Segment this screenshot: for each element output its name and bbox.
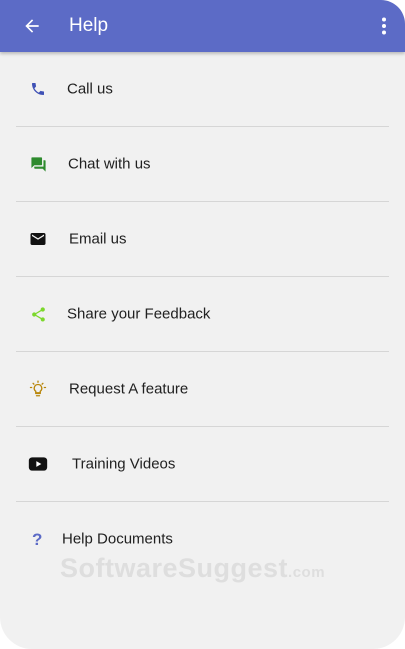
help-icon: ? <box>28 529 48 549</box>
watermark-text: SoftwareSuggest <box>60 553 289 583</box>
list-item-email-us[interactable]: Email us <box>16 202 389 277</box>
item-label: Training Videos <box>72 455 176 473</box>
share-icon <box>28 304 48 324</box>
item-label: Call us <box>67 80 113 98</box>
app-bar: Help <box>0 0 405 52</box>
watermark-suffix: .com <box>288 564 326 581</box>
help-options-list: Call us Chat with us Email us Share your… <box>0 52 405 576</box>
phone-icon <box>28 79 48 99</box>
phone-screen: Help Call us Chat with us Email us Share… <box>0 0 405 649</box>
list-item-share-feedback[interactable]: Share your Feedback <box>16 277 389 352</box>
svg-text:?: ? <box>32 530 42 548</box>
arrow-back-icon <box>25 19 39 33</box>
item-label: Help Documents <box>62 530 173 548</box>
list-item-chat-with-us[interactable]: Chat with us <box>16 127 389 202</box>
item-label: Email us <box>69 230 127 248</box>
more-vertical-icon <box>382 17 386 35</box>
item-label: Chat with us <box>68 155 151 173</box>
item-label: Request A feature <box>69 380 189 398</box>
item-label: Share your Feedback <box>67 305 211 323</box>
page-title: Help <box>69 15 109 36</box>
list-item-request-feature[interactable]: Request A feature <box>16 352 389 427</box>
back-button[interactable] <box>16 10 48 42</box>
watermark: SoftwareSuggest.com <box>60 553 325 584</box>
list-item-call-us[interactable]: Call us <box>16 52 389 127</box>
more-options-button[interactable] <box>373 12 395 40</box>
lightbulb-icon <box>28 379 48 399</box>
youtube-icon <box>28 454 48 474</box>
list-item-training-videos[interactable]: Training Videos <box>16 427 389 502</box>
chat-icon <box>28 154 48 174</box>
mail-icon <box>28 229 48 249</box>
